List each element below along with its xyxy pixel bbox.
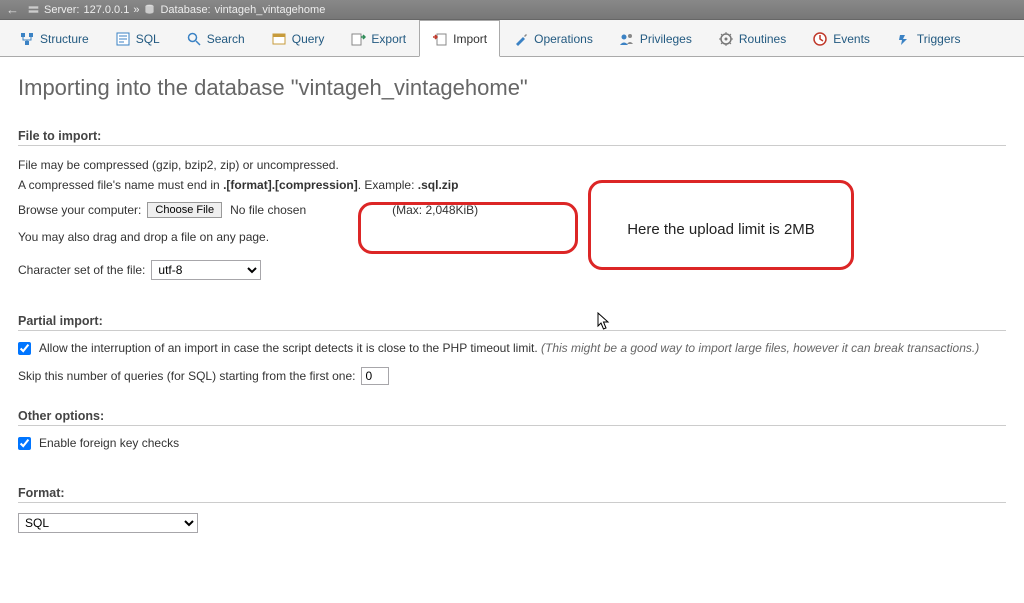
allow-interruption-label[interactable]: Allow the interruption of an import in c… [39,341,979,355]
tabs-bar: Structure SQL Search Query Export Import Opera… [0,20,1024,57]
breadcrumb-separator: » [133,0,139,20]
fk-checks-label[interactable]: Enable foreign key checks [39,436,179,450]
tab-structure[interactable]: Structure [6,20,102,56]
browse-label: Browse your computer: [18,203,141,217]
breadcrumb: ← Server: 127.0.0.1 » Database: vintageh… [0,0,1024,20]
tab-label: Triggers [917,32,961,46]
allow-interruption-text: Allow the interruption of an import in c… [39,341,541,355]
content-pane: Importing into the database "vintageh_vi… [0,57,1024,533]
tab-label: Routines [739,32,786,46]
server-icon [27,3,40,16]
events-icon [812,31,828,47]
tab-label: Operations [534,32,593,46]
tab-routines[interactable]: Routines [705,20,799,56]
drag-drop-hint: You may also drag and drop a file on any… [18,228,1006,246]
breadcrumb-db-label: Database: [160,0,210,20]
sql-icon [115,31,131,47]
privileges-icon [619,31,635,47]
tab-query[interactable]: Query [258,20,338,56]
allow-interruption-checkbox[interactable] [18,342,31,355]
section-other-options: Other options: [18,409,1006,426]
import-icon [432,31,448,47]
back-arrow-icon[interactable]: ← [6,0,19,20]
tab-operations[interactable]: Operations [500,20,606,56]
tab-sql[interactable]: SQL [102,20,173,56]
tab-label: Query [292,32,325,46]
tab-search[interactable]: Search [173,20,258,56]
hint-name-format-mid: . Example: [358,178,418,192]
database-icon [143,3,156,16]
skip-queries-row: Skip this number of queries (for SQL) st… [18,367,1006,385]
hint-name-format-ex: .sql.zip [418,178,459,192]
hint-name-format-pre: A compressed file's name must end in [18,178,223,192]
breadcrumb-server-label: Server: [44,0,79,20]
section-partial-import: Partial import: [18,314,1006,331]
tab-triggers[interactable]: Triggers [883,20,974,56]
operations-icon [513,31,529,47]
charset-select[interactable]: utf-8 [151,260,261,280]
allow-interruption-row: Allow the interruption of an import in c… [18,341,1006,355]
fk-checks-row: Enable foreign key checks [18,436,1006,450]
file-browse-row: Browse your computer: Choose File No fil… [18,202,1006,218]
tab-label: Search [207,32,245,46]
max-upload-size: (Max: 2,048KiB) [392,203,478,217]
fk-checks-checkbox[interactable] [18,437,31,450]
search-icon [186,31,202,47]
structure-icon [19,31,35,47]
file-chosen-status: No file chosen [230,203,306,217]
charset-label: Character set of the file: [18,263,145,277]
skip-queries-label: Skip this number of queries (for SQL) st… [18,369,355,383]
charset-row: Character set of the file: utf-8 [18,260,1006,280]
tab-export[interactable]: Export [337,20,419,56]
choose-file-button[interactable]: Choose File [147,202,222,218]
allow-interruption-note: (This might be a good way to import larg… [541,341,979,355]
breadcrumb-db-value[interactable]: vintageh_vintagehome [215,0,326,20]
tab-label: SQL [136,32,160,46]
triggers-icon [896,31,912,47]
section-format: Format: [18,486,1006,503]
format-select[interactable]: SQL [18,513,198,533]
skip-queries-input[interactable] [361,367,389,385]
tab-label: Export [371,32,406,46]
tab-privileges[interactable]: Privileges [606,20,705,56]
tab-import[interactable]: Import [419,20,500,57]
hint-name-format: A compressed file's name must end in .[f… [18,176,1006,194]
tab-label: Events [833,32,870,46]
tab-events[interactable]: Events [799,20,883,56]
page-title: Importing into the database "vintageh_vi… [18,75,1006,101]
tab-label: Import [453,32,487,46]
tab-label: Privileges [640,32,692,46]
breadcrumb-server-value[interactable]: 127.0.0.1 [83,0,129,20]
hint-compressed: File may be compressed (gzip, bzip2, zip… [18,156,1006,174]
query-icon [271,31,287,47]
hint-name-format-bold: .[format].[compression] [223,178,358,192]
section-file-to-import: File to import: [18,129,1006,146]
export-icon [350,31,366,47]
tab-label: Structure [40,32,89,46]
routines-icon [718,31,734,47]
